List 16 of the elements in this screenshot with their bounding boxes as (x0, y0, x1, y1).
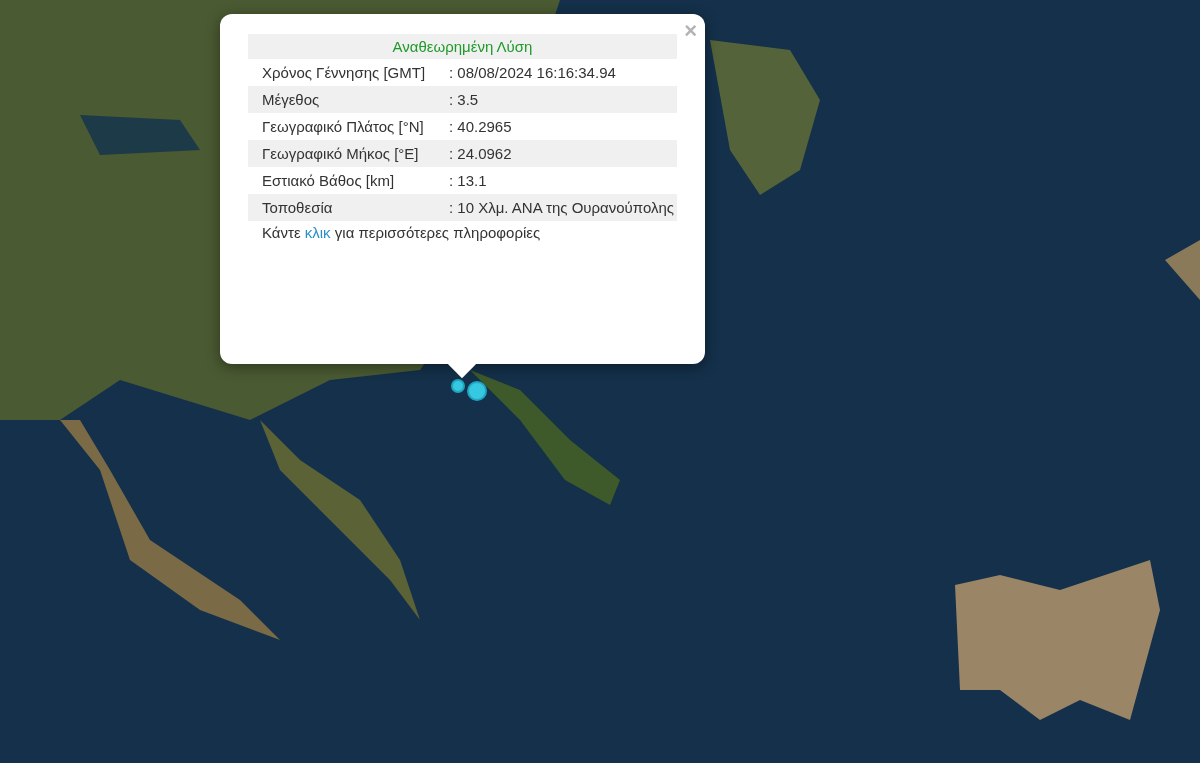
more-info-text: Κάντε κλικ για περισσότερες πληροφορίες (261, 223, 542, 241)
field-label: Μέγεθος (261, 89, 321, 110)
field-value: : 10 Χλμ. ΑΝΑ της Ουρανούπολης (448, 197, 676, 218)
close-button[interactable]: × (684, 20, 697, 42)
popup-title: Αναθεωρημένη Λύση (248, 34, 677, 59)
field-value: : 13.1 (448, 170, 488, 191)
field-label: Τοποθεσία (261, 197, 334, 218)
field-value: : 08/08/2024 16:16:34.94 (448, 62, 617, 83)
click-link[interactable]: κλικ (304, 224, 331, 241)
field-label: Γεωγραφικό Πλάτος [°N] (261, 116, 425, 137)
field-label: Χρόνος Γέννησης [GMT] (261, 62, 427, 83)
field-value: : 3.5 (448, 89, 480, 110)
field-value: : 24.0962 (448, 143, 513, 164)
field-value: : 40.2965 (448, 116, 513, 137)
field-label: Εστιακό Βάθος [km] (261, 170, 396, 191)
field-label: Γεωγραφικό Μήκος [°E] (261, 143, 420, 164)
